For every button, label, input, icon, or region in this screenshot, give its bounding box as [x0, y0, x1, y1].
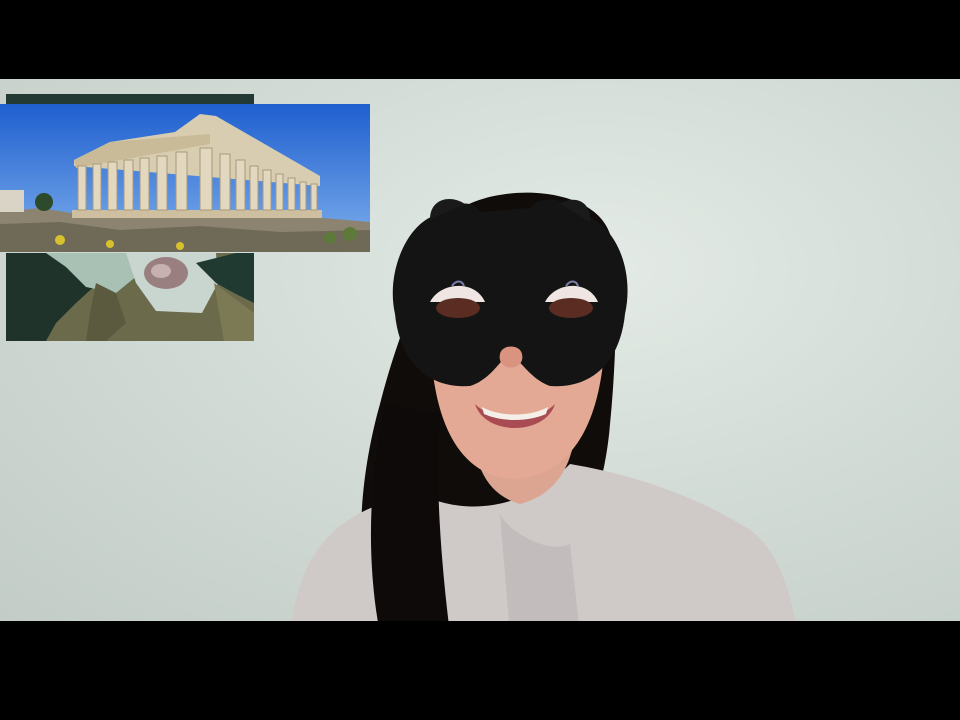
cartoon-still-inset [6, 253, 254, 341]
masked-woman [270, 174, 830, 621]
right-eye [549, 298, 593, 318]
person-illustration [291, 192, 796, 621]
cartoon-illustration [6, 253, 254, 341]
left-eye [436, 298, 480, 318]
inset-header-bar [6, 94, 254, 104]
video-frame [0, 79, 960, 621]
letterbox-top [0, 0, 960, 79]
letterbox-bottom [0, 621, 960, 720]
